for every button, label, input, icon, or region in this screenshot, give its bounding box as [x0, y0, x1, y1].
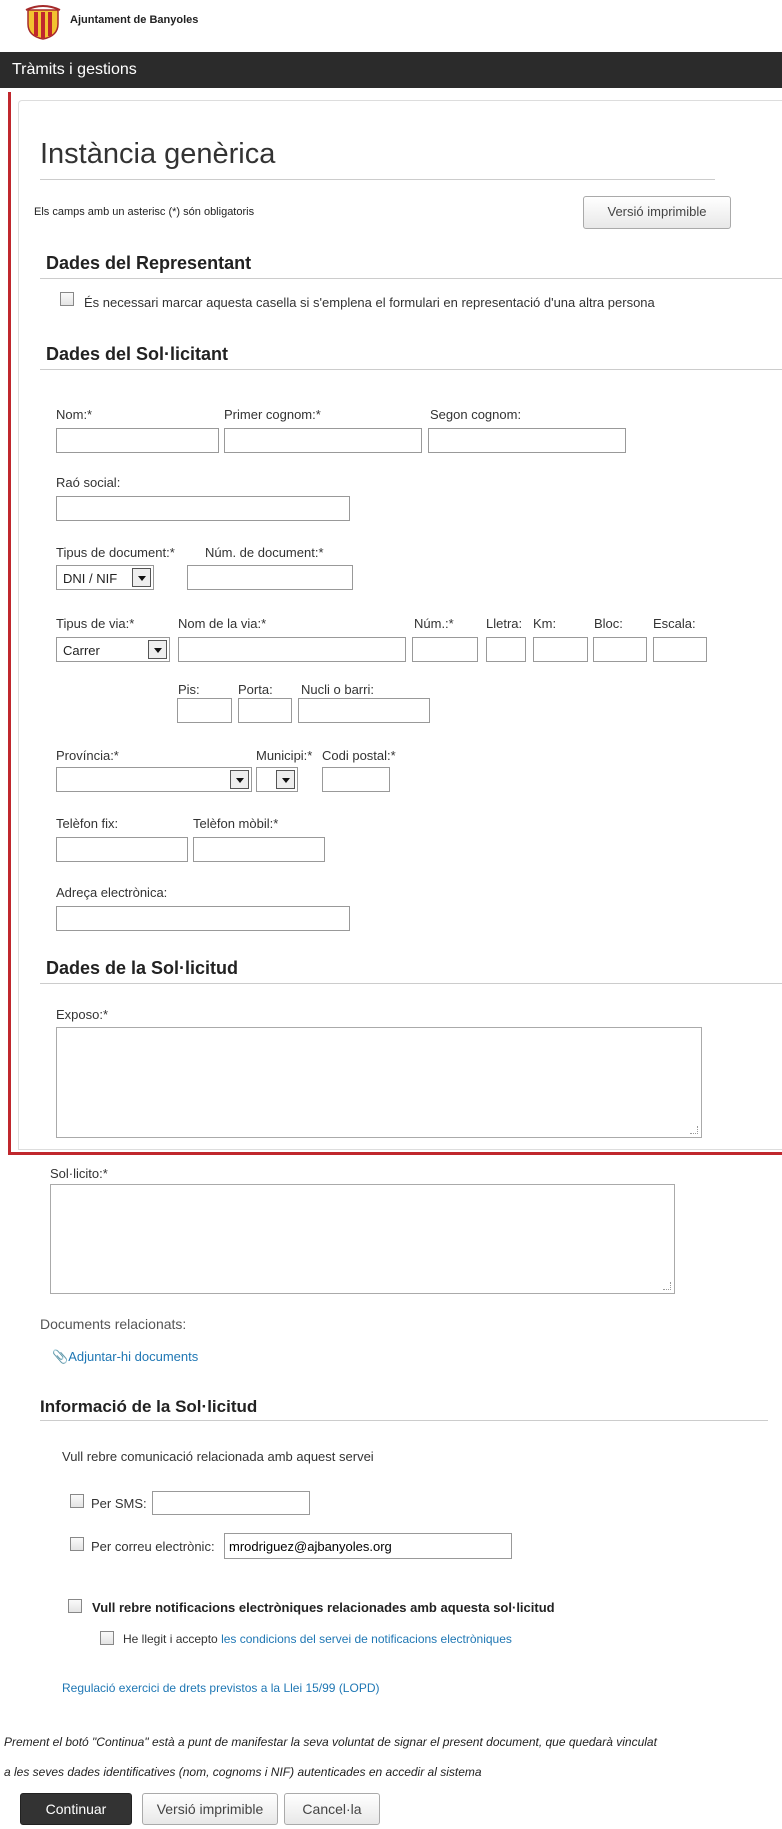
rao-social-label: Raó social: — [56, 475, 121, 490]
sms-checkbox[interactable] — [70, 1494, 84, 1508]
legal-text-line2: a les seves dades identificatives (nom, … — [4, 1765, 482, 1779]
email-notify-checkbox[interactable] — [70, 1537, 84, 1551]
porta-input[interactable] — [238, 698, 292, 723]
accept-conditions-label: He llegit i accepto les condicions del s… — [123, 1632, 512, 1646]
num-input[interactable] — [412, 637, 478, 662]
org-name: Ajuntament de Banyoles — [70, 14, 199, 26]
chevron-down-icon[interactable] — [132, 568, 151, 587]
lletra-input[interactable] — [486, 637, 526, 662]
num-label: Núm.:* — [414, 616, 454, 631]
legal-text-line1: Prement el botó "Continua" està a punt d… — [4, 1735, 657, 1749]
chevron-down-icon[interactable] — [276, 770, 295, 789]
informacio-intro: Vull rebre comunicació relacionada amb a… — [62, 1449, 374, 1464]
nom-input[interactable] — [56, 428, 219, 453]
informacio-divider — [40, 1420, 768, 1421]
email-notify-label: Per correu electrònic: — [91, 1539, 215, 1554]
cognom1-input[interactable] — [224, 428, 422, 453]
rao-social-input[interactable] — [56, 496, 350, 521]
cognom2-input[interactable] — [428, 428, 626, 453]
pis-input[interactable] — [177, 698, 232, 723]
bloc-input[interactable] — [593, 637, 647, 662]
resize-grip-icon[interactable] — [690, 1126, 698, 1134]
representant-divider — [40, 278, 782, 279]
sms-label: Per SMS: — [91, 1496, 147, 1511]
nom-label: Nom:* — [56, 407, 93, 422]
documents-label: Documents relacionats: — [40, 1316, 187, 1332]
logo-area: Ajuntament de Banyoles — [0, 0, 782, 48]
section-title[interactable]: Tràmits i gestions — [12, 61, 137, 79]
provincia-label: Província:* — [56, 748, 119, 763]
tipus-via-label: Tipus de via:* — [56, 616, 135, 631]
provincia-select[interactable] — [56, 767, 252, 792]
solicito-textarea[interactable] — [50, 1184, 675, 1294]
accept-conditions-checkbox[interactable] — [100, 1631, 114, 1645]
print-version-button[interactable]: Versió imprimible — [142, 1793, 278, 1825]
municipi-label: Municipi:* — [256, 748, 313, 763]
email-notify-input[interactable] — [224, 1533, 512, 1559]
continue-button[interactable]: Continuar — [20, 1793, 132, 1825]
escala-label: Escala: — [653, 616, 696, 631]
conditions-link[interactable]: les condicions del servei de notificacio… — [221, 1632, 512, 1646]
km-input[interactable] — [533, 637, 588, 662]
solicito-label: Sol·licito:* — [50, 1166, 108, 1181]
resize-grip-icon[interactable] — [663, 1282, 671, 1290]
required-note: Els camps amb un asterisc (*) són obliga… — [34, 206, 255, 218]
email-label: Adreça electrònica: — [56, 885, 168, 900]
cognom1-label: Primer cognom:* — [224, 407, 321, 422]
coat-of-arms-icon — [25, 5, 61, 40]
cancel-button[interactable]: Cancel·la — [284, 1793, 380, 1825]
representant-checkbox-label: És necessari marcar aquesta casella si s… — [84, 295, 655, 310]
solicitud-heading: Dades de la Sol·licitud — [46, 958, 239, 978]
paperclip-icon: 📎 — [52, 1349, 69, 1364]
telefon-mobil-label: Telèfon mòbil:* — [193, 816, 279, 831]
section-bar: Tràmits i gestions — [0, 52, 782, 88]
nom-via-label: Nom de la via:* — [178, 616, 267, 631]
codi-postal-label: Codi postal:* — [322, 748, 396, 763]
nucli-input[interactable] — [298, 698, 430, 723]
nucli-label: Nucli o barri: — [301, 682, 374, 697]
exposo-textarea[interactable] — [56, 1027, 702, 1138]
exposo-label: Exposo:* — [56, 1007, 109, 1022]
chevron-down-icon[interactable] — [148, 640, 167, 659]
solicitud-divider — [40, 983, 782, 984]
email-input[interactable] — [56, 906, 350, 931]
notifications-checkbox[interactable] — [68, 1599, 82, 1613]
telefon-fix-label: Telèfon fix: — [56, 816, 119, 831]
notifications-label: Vull rebre notificacions electròniques r… — [92, 1600, 555, 1615]
tipus-document-select[interactable]: DNI / NIF — [56, 565, 154, 590]
title-divider — [40, 179, 715, 180]
escala-input[interactable] — [653, 637, 707, 662]
tipus-document-label: Tipus de document:* — [56, 545, 175, 560]
num-document-label: Núm. de document:* — [205, 545, 324, 560]
attach-documents-link[interactable]: 📎Adjuntar-hi documents — [52, 1349, 198, 1365]
lletra-label: Lletra: — [486, 616, 523, 631]
cognom2-label: Segon cognom: — [430, 407, 522, 422]
print-version-button-top[interactable]: Versió imprimible — [583, 196, 731, 229]
km-label: Km: — [533, 616, 557, 631]
lopd-link[interactable]: Regulació exercici de drets previstos a … — [62, 1681, 379, 1695]
informacio-heading: Informació de la Sol·licitud — [40, 1397, 258, 1416]
num-document-input[interactable] — [187, 565, 353, 590]
porta-label: Porta: — [238, 682, 273, 697]
representant-heading: Dades del Representant — [46, 253, 252, 273]
representant-checkbox[interactable] — [60, 292, 74, 306]
bloc-label: Bloc: — [594, 616, 623, 631]
tipus-via-select[interactable]: Carrer — [56, 637, 170, 662]
chevron-down-icon[interactable] — [230, 770, 249, 789]
codi-postal-input[interactable] — [322, 767, 390, 792]
solicitant-heading: Dades del Sol·licitant — [46, 344, 229, 364]
telefon-fix-input[interactable] — [56, 837, 188, 862]
pis-label: Pis: — [178, 682, 200, 697]
sms-input[interactable] — [152, 1491, 310, 1515]
nom-via-input[interactable] — [178, 637, 406, 662]
municipi-select[interactable] — [256, 767, 298, 792]
solicitant-divider — [40, 369, 782, 370]
telefon-mobil-input[interactable] — [193, 837, 325, 862]
page-title: Instància genèrica — [40, 138, 276, 170]
